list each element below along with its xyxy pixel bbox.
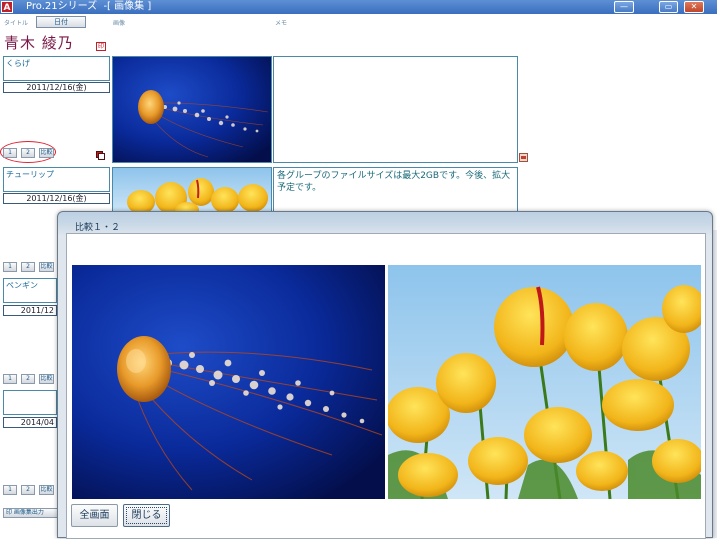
tulip-image [388, 265, 701, 499]
record-date-field[interactable]: 2014/04 [3, 417, 57, 428]
compare-slot-1-button[interactable]: 1 [3, 148, 17, 158]
restore-button[interactable]: ▭ [659, 1, 678, 13]
record-title-field[interactable]: くらげ [3, 56, 110, 81]
compare-slot-1-button[interactable]: 1 [3, 485, 17, 495]
tulip-thumbnail[interactable] [112, 167, 272, 213]
owner-name: 青木 綾乃 [4, 34, 74, 52]
dialog-title: 比較１・２ [75, 223, 121, 233]
compare-slot-2-button[interactable]: 2 [21, 148, 35, 158]
record-title-field[interactable] [3, 390, 57, 415]
record-title-field[interactable]: チューリップ [3, 167, 110, 192]
export-gallery-button[interactable]: 印 画像集出力 [3, 508, 58, 518]
compare-slot-2-button[interactable]: 2 [21, 485, 35, 495]
app-icon: A [1, 1, 13, 13]
record-date-field[interactable]: 2011/12/16(金) [3, 193, 110, 204]
record-memo-field[interactable] [273, 56, 518, 163]
jellyfish-thumbnail[interactable] [112, 56, 272, 163]
compare-slot-1-button[interactable]: 1 [3, 262, 17, 272]
close-button[interactable]: ✕ [684, 1, 704, 13]
compare-slot-1-button[interactable]: 1 [3, 374, 17, 384]
window-titlebar: A Pro.21シリーズ -[ 画像集 ] — ▭ ✕ [0, 0, 717, 14]
compare-slot-2-button[interactable]: 2 [21, 374, 35, 384]
record-date-field[interactable]: 2011/12/16(金) [3, 82, 110, 93]
stamp-icon[interactable]: 印 [96, 42, 106, 51]
minimize-button[interactable]: — [614, 1, 634, 13]
title-column-label: タイトル [4, 20, 29, 27]
memo-expand-icon[interactable] [519, 153, 528, 162]
compare-slot-2-button[interactable]: 2 [21, 262, 35, 272]
jellyfish-image [72, 265, 385, 499]
fullscreen-button[interactable]: 全画面 [71, 504, 118, 527]
dialog-body: 全画面 閉じる [66, 233, 706, 539]
dialog-close-button[interactable]: 閉じる [123, 504, 170, 527]
compare-dialog: 比較１・２ 全画面 閉じる [57, 211, 713, 539]
compare-button[interactable]: 比較 [39, 374, 54, 384]
record-title-field[interactable]: ペンギン [3, 278, 57, 303]
window-title: Pro.21シリーズ -[ 画像集 ] [26, 1, 152, 12]
copy-icon[interactable] [96, 151, 105, 160]
compare-button[interactable]: 比較 [39, 148, 54, 158]
compare-button[interactable]: 比較 [39, 485, 54, 495]
record-memo-field[interactable]: 各グループのファイルサイズは最大2GBです。今後、拡大予定です。 [273, 167, 518, 213]
image-column-label: 画像 [113, 20, 126, 27]
memo-column-label: メモ [275, 20, 288, 27]
compare-button[interactable]: 比較 [39, 262, 54, 272]
record-date-field[interactable]: 2011/12 [3, 305, 57, 316]
date-sort-button[interactable]: 日付 [36, 16, 86, 28]
